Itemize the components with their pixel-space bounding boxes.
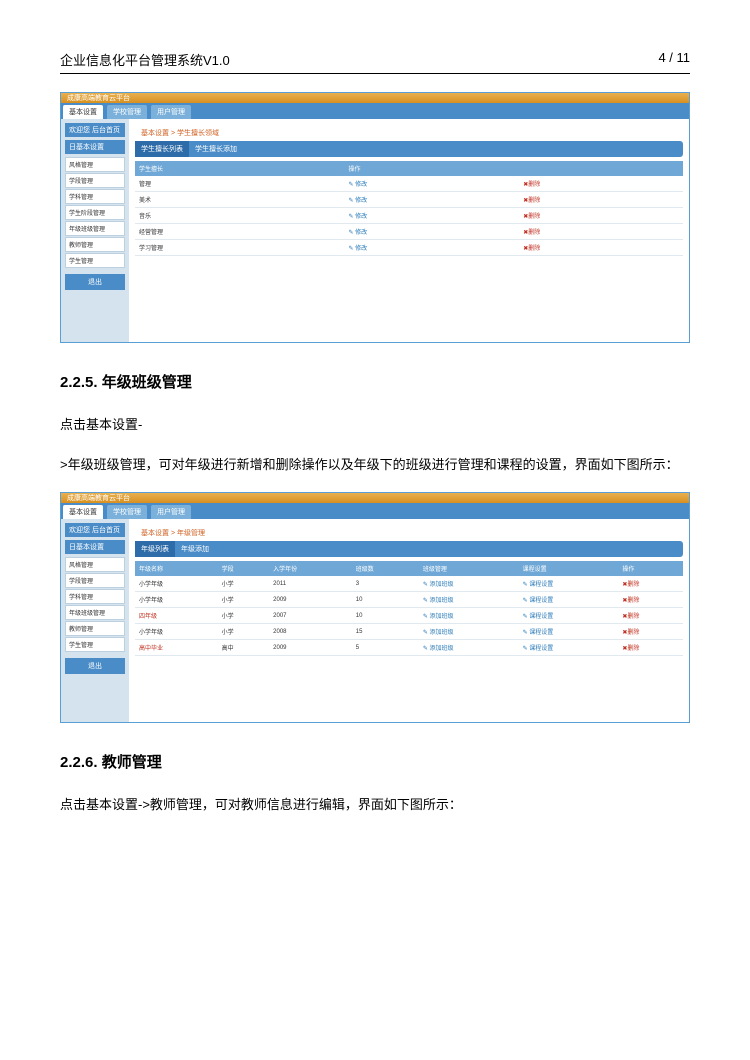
table-row: 四年级小学200710✎ 添加班级✎ 课程设置✖删除	[135, 608, 683, 624]
delete-link[interactable]: ✖删除	[519, 208, 683, 224]
welcome-bar: 欢迎您 后台首页	[65, 523, 125, 537]
subtab[interactable]: 年级添加	[175, 541, 215, 557]
doc-title: 企业信息化平台管理系统V1.0	[60, 50, 230, 69]
section-heading: 2.2.5. 年级班级管理	[60, 371, 690, 392]
sidebar-item[interactable]: 风格管理	[65, 557, 125, 572]
sidebar-item[interactable]: 学生阶段管理	[65, 205, 125, 220]
delete-link[interactable]: ✖删除	[618, 640, 683, 656]
nav-tab[interactable]: 基本设置	[63, 105, 103, 119]
doc-page: 4 / 11	[658, 50, 690, 69]
table-row: 管理✎ 修改✖删除	[135, 176, 683, 192]
course-link[interactable]: ✎ 课程设置	[519, 592, 619, 608]
sidebar-item[interactable]: 风格管理	[65, 157, 125, 172]
delete-link[interactable]: ✖删除	[519, 176, 683, 192]
table-row: 高中毕业高中20095✎ 添加班级✎ 课程设置✖删除	[135, 640, 683, 656]
logout-button[interactable]: 退出	[65, 658, 125, 674]
table-row: 学习管理✎ 修改✖删除	[135, 240, 683, 256]
delete-link[interactable]: ✖删除	[519, 192, 683, 208]
sidebar-item[interactable]: 年级班级管理	[65, 221, 125, 236]
sidebar-item[interactable]: 教师管理	[65, 237, 125, 252]
breadcrumb: 基本设置 > 学生擅长领域	[135, 125, 683, 141]
delete-link[interactable]: ✖删除	[618, 608, 683, 624]
nav-tab[interactable]: 学校管理	[107, 505, 147, 519]
nav-tab[interactable]: 基本设置	[63, 505, 103, 519]
add-class-link[interactable]: ✎ 添加班级	[419, 640, 519, 656]
section-heading: 2.2.6. 教师管理	[60, 751, 690, 772]
subtab[interactable]: 学生擅长添加	[189, 141, 243, 157]
table-row: 音乐✎ 修改✖删除	[135, 208, 683, 224]
body-text: 点击基本设置-	[60, 412, 690, 438]
table-row: 美术✎ 修改✖删除	[135, 192, 683, 208]
app-brand: 成康高端教育云平台	[61, 493, 689, 503]
body-text: 点击基本设置->教师管理，可对教师信息进行编辑，界面如下图所示：	[60, 792, 690, 818]
delete-link[interactable]: ✖删除	[618, 576, 683, 592]
sidebar-item[interactable]: 年级班级管理	[65, 605, 125, 620]
sidebar-item[interactable]: 学生管理	[65, 253, 125, 268]
table-row: 小学年级小学200815✎ 添加班级✎ 课程设置✖删除	[135, 624, 683, 640]
sidebar-item[interactable]: 学段管理	[65, 573, 125, 588]
add-class-link[interactable]: ✎ 添加班级	[419, 624, 519, 640]
nav-tab[interactable]: 用户管理	[151, 505, 191, 519]
data-table: 年级名称学段入学年份班级数班级管理课程设置操作 小学年级小学20113✎ 添加班…	[135, 561, 683, 656]
subtab[interactable]: 学生擅长列表	[135, 141, 189, 157]
table-row: 小学年级小学200910✎ 添加班级✎ 课程设置✖删除	[135, 592, 683, 608]
add-class-link[interactable]: ✎ 添加班级	[419, 592, 519, 608]
delete-link[interactable]: ✖删除	[519, 224, 683, 240]
subtab[interactable]: 年级列表	[135, 541, 175, 557]
logout-button[interactable]: 退出	[65, 274, 125, 290]
app-brand: 成康高端教育云平台	[61, 93, 689, 103]
sidebar: 欢迎您 后台首页 日基本设置 风格管理 学段管理 学科管理 年级班级管理 教师管…	[61, 519, 129, 722]
sidebar: 欢迎您 后台首页 日基本设置 风格管理 学段管理 学科管理 学生阶段管理 年级班…	[61, 119, 129, 342]
delete-link[interactable]: ✖删除	[519, 240, 683, 256]
nav-tab[interactable]: 用户管理	[151, 105, 191, 119]
side-section: 日基本设置	[65, 140, 125, 154]
add-class-link[interactable]: ✎ 添加班级	[419, 576, 519, 592]
sidebar-item[interactable]: 教师管理	[65, 621, 125, 636]
sidebar-item[interactable]: 学科管理	[65, 189, 125, 204]
add-class-link[interactable]: ✎ 添加班级	[419, 608, 519, 624]
sidebar-item[interactable]: 学段管理	[65, 173, 125, 188]
edit-link[interactable]: ✎ 修改	[344, 208, 519, 224]
nav-tab[interactable]: 学校管理	[107, 105, 147, 119]
course-link[interactable]: ✎ 课程设置	[519, 576, 619, 592]
doc-header: 企业信息化平台管理系统V1.0 4 / 11	[60, 50, 690, 74]
course-link[interactable]: ✎ 课程设置	[519, 624, 619, 640]
edit-link[interactable]: ✎ 修改	[344, 240, 519, 256]
data-table: 学生擅长操作 管理✎ 修改✖删除 美术✎ 修改✖删除 音乐✎ 修改✖删除 经营管…	[135, 161, 683, 256]
course-link[interactable]: ✎ 课程设置	[519, 640, 619, 656]
edit-link[interactable]: ✎ 修改	[344, 176, 519, 192]
delete-link[interactable]: ✖删除	[618, 624, 683, 640]
body-text: >年级班级管理，可对年级进行新增和删除操作以及年级下的班级进行管理和课程的设置，…	[60, 452, 690, 478]
sidebar-item[interactable]: 学生管理	[65, 637, 125, 652]
side-section: 日基本设置	[65, 540, 125, 554]
welcome-bar: 欢迎您 后台首页	[65, 123, 125, 137]
table-row: 小学年级小学20113✎ 添加班级✎ 课程设置✖删除	[135, 576, 683, 592]
sidebar-item[interactable]: 学科管理	[65, 589, 125, 604]
edit-link[interactable]: ✎ 修改	[344, 224, 519, 240]
breadcrumb: 基本设置 > 年级管理	[135, 525, 683, 541]
delete-link[interactable]: ✖删除	[618, 592, 683, 608]
screenshot-1: 成康高端教育云平台 基本设置 学校管理 用户管理 欢迎您 后台首页 日基本设置 …	[60, 92, 690, 343]
screenshot-2: 成康高端教育云平台 基本设置 学校管理 用户管理 欢迎您 后台首页 日基本设置 …	[60, 492, 690, 723]
edit-link[interactable]: ✎ 修改	[344, 192, 519, 208]
table-row: 经营管理✎ 修改✖删除	[135, 224, 683, 240]
course-link[interactable]: ✎ 课程设置	[519, 608, 619, 624]
